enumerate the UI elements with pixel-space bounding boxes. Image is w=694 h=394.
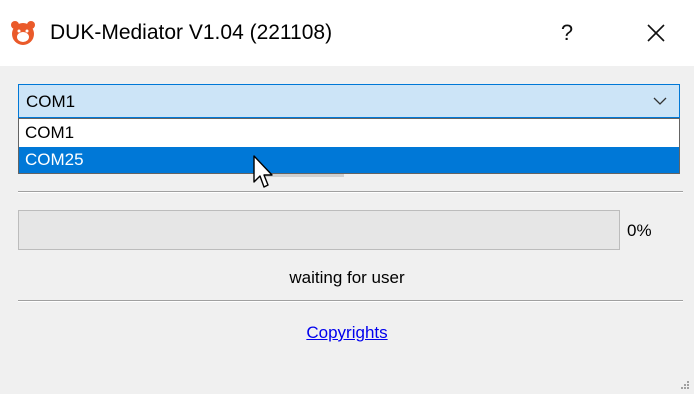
copyrights-link-container: Copyrights — [0, 322, 694, 344]
progress-bar — [18, 210, 620, 250]
resize-grip-icon[interactable] — [680, 380, 690, 390]
port-dropdown-list: COM1 COM25 — [18, 118, 680, 174]
close-button[interactable] — [634, 14, 678, 52]
bear-head-icon — [11, 21, 35, 45]
port-option-com25[interactable]: COM25 — [19, 147, 679, 173]
mouse-cursor-icon — [253, 155, 273, 188]
chevron-down-icon — [653, 97, 667, 105]
port-option-com1[interactable]: COM1 — [19, 120, 679, 146]
separator — [18, 191, 683, 193]
copyrights-link[interactable]: Copyrights — [306, 323, 387, 342]
progress-percent: 0% — [627, 221, 652, 240]
port-combobox[interactable]: COM1 — [18, 84, 680, 118]
selected-port: COM1 — [26, 92, 76, 111]
separator — [18, 300, 683, 302]
help-button[interactable]: ? — [545, 14, 589, 52]
window-title: DUK-Mediator V1.04 (221108) — [50, 21, 333, 44]
close-icon — [647, 24, 665, 42]
status-text: waiting for user — [289, 268, 405, 287]
title-bar: DUK-Mediator V1.04 (221108) ? — [0, 0, 694, 66]
